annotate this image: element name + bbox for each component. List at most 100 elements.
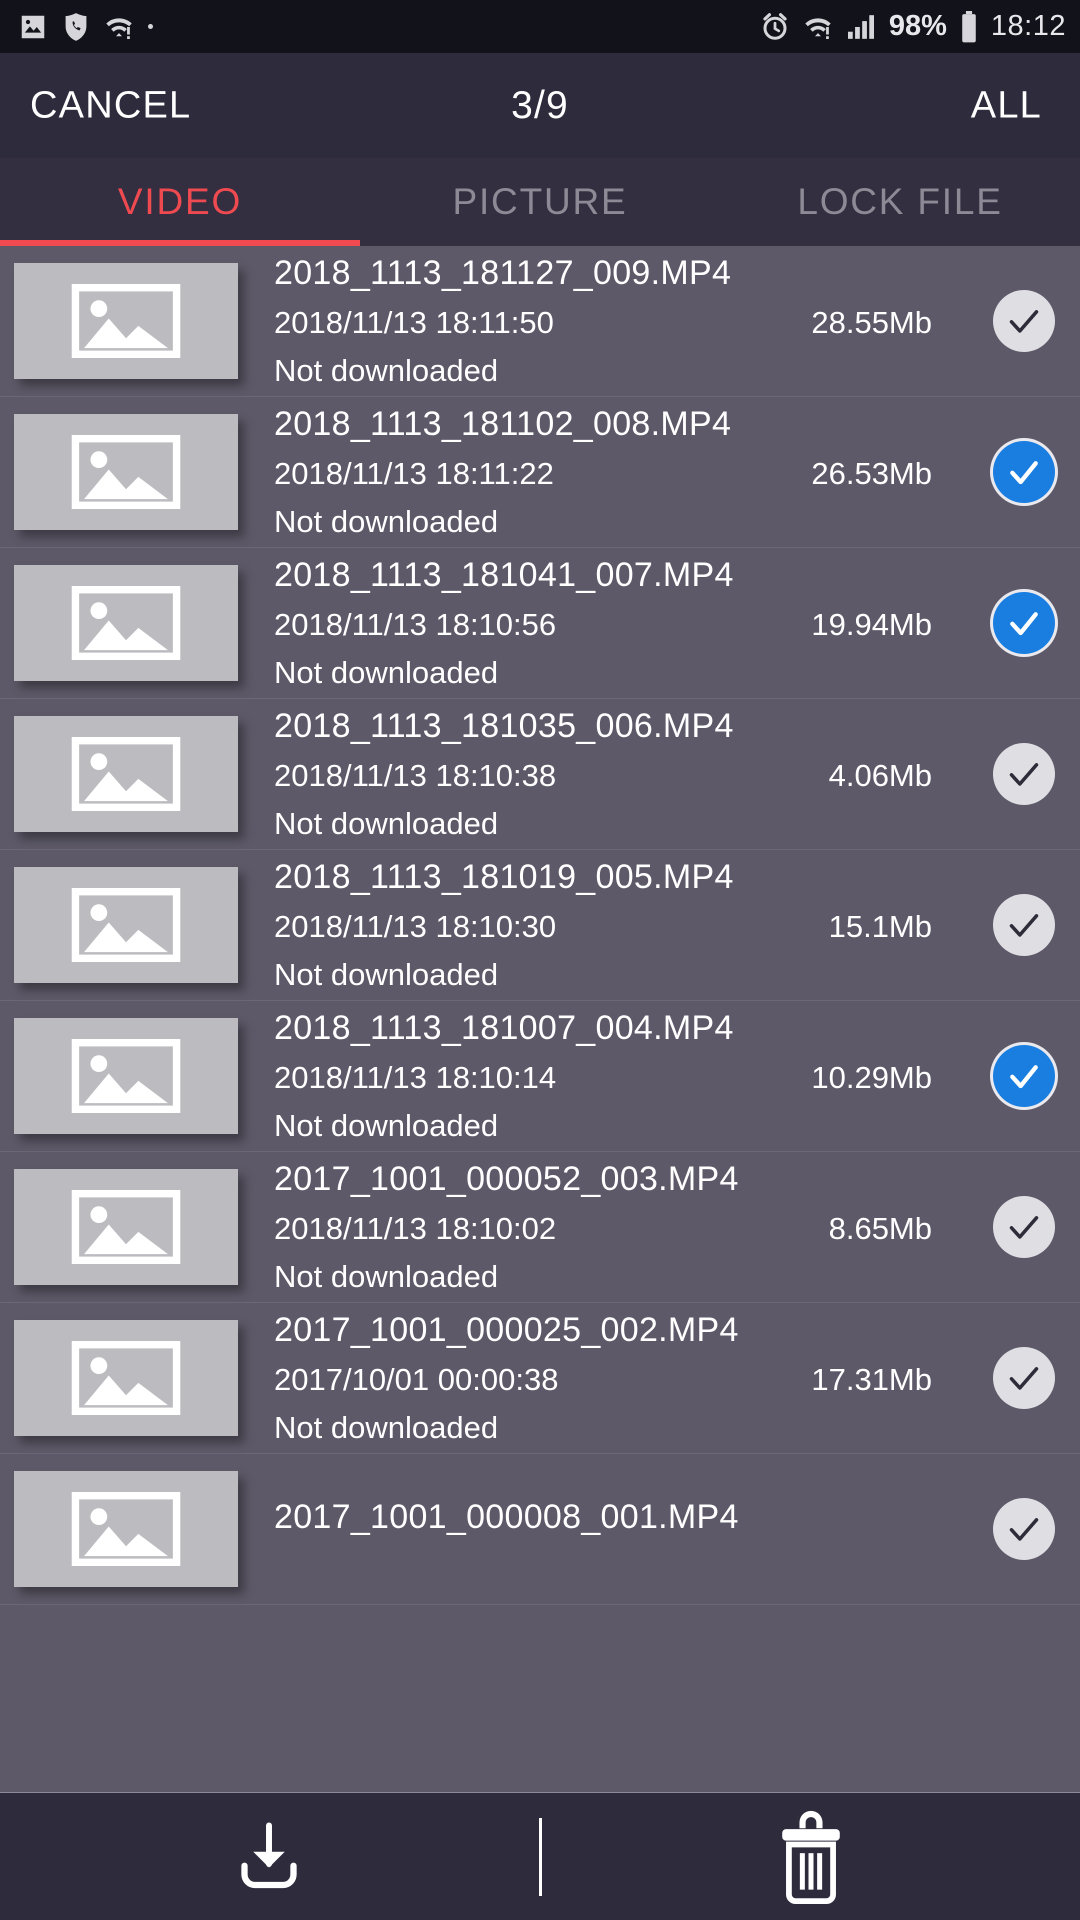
file-date: 2018/11/13 18:10:02 — [274, 1210, 557, 1246]
file-size: 10.29Mb — [811, 1059, 932, 1095]
checkbox-unchecked[interactable] — [993, 1347, 1055, 1409]
file-info: 2018_1113_181035_006.MP4 2018/11/13 18:10… — [238, 699, 968, 849]
file-status: Not downloaded — [274, 1258, 499, 1294]
file-checkbox-wrap[interactable] — [968, 246, 1080, 396]
file-date: 2018/11/13 18:11:22 — [274, 455, 554, 491]
file-row[interactable]: 2018_1113_181019_005.MP4 2018/11/13 18:10… — [0, 850, 1080, 1001]
image-placeholder-icon — [71, 435, 181, 509]
file-date: 2017/10/01 00:00:38 — [274, 1361, 559, 1397]
file-checkbox-wrap[interactable] — [968, 1303, 1080, 1453]
checkbox-unchecked[interactable] — [993, 743, 1055, 805]
file-meta: 2018/11/13 18:11:22 26.53Mb — [274, 456, 958, 492]
checkbox-unchecked[interactable] — [993, 1498, 1055, 1560]
file-status: Not downloaded — [274, 1409, 499, 1445]
wifi-alert-icon — [106, 17, 132, 39]
file-info: 2018_1113_181019_005.MP4 2018/11/13 18:10… — [238, 850, 968, 1000]
file-checkbox-wrap[interactable] — [968, 397, 1080, 547]
file-name: 2017_1001_000052_003.MP4 — [274, 1159, 739, 1198]
file-name: 2018_1113_181041_007.MP4 — [274, 555, 734, 594]
image-placeholder-icon — [71, 1039, 181, 1113]
file-checkbox-wrap[interactable] — [968, 850, 1080, 1000]
select-all-button[interactable]: ALL — [971, 84, 1042, 127]
check-glyph — [1009, 914, 1039, 937]
check-glyph — [1010, 1065, 1038, 1089]
file-checkbox-wrap[interactable] — [968, 1152, 1080, 1302]
bottom-toolbar — [0, 1792, 1080, 1920]
file-name: 2017_1001_000025_002.MP4 — [274, 1310, 739, 1349]
checkbox-checked[interactable] — [993, 1045, 1055, 1107]
file-name: 2017_1001_000008_001.MP4 — [274, 1497, 739, 1536]
file-checkbox-wrap[interactable] — [968, 1001, 1080, 1151]
file-status: Not downloaded — [274, 503, 499, 539]
file-thumbnail[interactable] — [14, 1320, 238, 1436]
check-glyph — [1010, 612, 1038, 636]
image-icon — [21, 15, 45, 38]
file-info: 2018_1113_181102_008.MP4 2018/11/13 18:11… — [238, 397, 968, 547]
file-row[interactable]: 2017_1001_000052_003.MP4 2018/11/13 18:10… — [0, 1152, 1080, 1303]
image-placeholder-icon — [71, 737, 181, 811]
clock-label: 18:12 — [990, 10, 1066, 42]
check-glyph — [1010, 461, 1038, 485]
dot-icon — [148, 24, 153, 29]
file-row[interactable]: 2018_1113_181041_007.MP4 2018/11/13 18:10… — [0, 548, 1080, 699]
file-status: Not downloaded — [274, 1107, 499, 1143]
file-row[interactable]: 2017_1001_000025_002.MP4 2017/10/01 00:00… — [0, 1303, 1080, 1454]
file-meta: 2018/11/13 18:10:56 19.94Mb — [274, 607, 958, 643]
file-thumbnail[interactable] — [14, 1471, 238, 1587]
file-thumbnail[interactable] — [14, 263, 238, 379]
app-root: 98% 18:12 CANCEL 3/9 ALL VIDEO PICTURE L… — [0, 0, 1080, 1920]
cancel-button[interactable]: CANCEL — [30, 84, 191, 127]
signal-icon — [847, 14, 874, 39]
file-name: 2018_1113_181102_008.MP4 — [274, 404, 732, 443]
file-info: 2017_1001_000008_001.MP4 — [238, 1454, 968, 1604]
download-button[interactable] — [0, 1793, 539, 1920]
image-placeholder-icon — [71, 1492, 181, 1566]
file-checkbox-wrap[interactable] — [968, 1454, 1080, 1604]
file-thumbnail[interactable] — [14, 414, 238, 530]
checkbox-unchecked[interactable] — [993, 1196, 1055, 1258]
checkbox-checked[interactable] — [993, 592, 1055, 654]
check-glyph — [1009, 763, 1039, 786]
file-thumbnail[interactable] — [14, 565, 238, 681]
checkbox-checked[interactable] — [993, 441, 1055, 503]
status-bar-right-icons: 98% 18:12 — [747, 10, 1066, 43]
status-bar-left-icons — [18, 12, 167, 42]
file-thumbnail[interactable] — [14, 867, 238, 983]
file-row[interactable]: 2018_1113_181035_006.MP4 2018/11/13 18:10… — [0, 699, 1080, 850]
file-row[interactable]: 2018_1113_181007_004.MP4 2018/11/13 18:10… — [0, 1001, 1080, 1152]
tab-picture[interactable]: PICTURE — [360, 158, 720, 246]
file-row[interactable]: 2018_1113_181127_009.MP4 2018/11/13 18:11… — [0, 246, 1080, 397]
tab-video[interactable]: VIDEO — [0, 158, 360, 246]
alarm-icon — [763, 12, 787, 40]
file-thumbnail[interactable] — [14, 1169, 238, 1285]
file-meta: 2017/10/01 00:00:38 17.31Mb — [274, 1362, 958, 1398]
wifi-alert-icon — [805, 17, 831, 39]
checkbox-unchecked[interactable] — [993, 290, 1055, 352]
check-glyph — [1009, 1216, 1039, 1239]
file-list[interactable]: 2018_1113_181127_009.MP4 2018/11/13 18:11… — [0, 246, 1080, 1792]
file-info: 2017_1001_000052_003.MP4 2018/11/13 18:10… — [238, 1152, 968, 1302]
selection-count-label: 3/9 — [511, 83, 569, 127]
file-status: Not downloaded — [274, 956, 499, 992]
check-glyph — [1009, 1518, 1039, 1541]
file-meta: 2018/11/13 18:10:14 10.29Mb — [274, 1060, 958, 1096]
checkbox-unchecked[interactable] — [993, 894, 1055, 956]
file-row[interactable]: 2017_1001_000008_001.MP4 — [0, 1454, 1080, 1605]
tab-bar: VIDEO PICTURE LOCK FILE — [0, 158, 1080, 246]
image-placeholder-icon — [71, 1341, 181, 1415]
file-status: Not downloaded — [274, 805, 499, 841]
tab-lock-file[interactable]: LOCK FILE — [720, 158, 1080, 246]
file-meta: 2018/11/13 18:11:50 28.55Mb — [274, 305, 958, 341]
file-thumbnail[interactable] — [14, 1018, 238, 1134]
file-row[interactable]: 2018_1113_181102_008.MP4 2018/11/13 18:11… — [0, 397, 1080, 548]
file-size: 17.31Mb — [811, 1361, 932, 1397]
file-checkbox-wrap[interactable] — [968, 699, 1080, 849]
delete-button[interactable] — [542, 1793, 1080, 1920]
action-bar: CANCEL 3/9 ALL — [0, 53, 1080, 158]
file-thumbnail[interactable] — [14, 716, 238, 832]
check-glyph — [1009, 310, 1039, 333]
file-name: 2018_1113_181019_005.MP4 — [274, 857, 734, 896]
file-checkbox-wrap[interactable] — [968, 548, 1080, 698]
file-size: 8.65Mb — [828, 1210, 932, 1246]
trash-icon — [781, 1810, 840, 1904]
